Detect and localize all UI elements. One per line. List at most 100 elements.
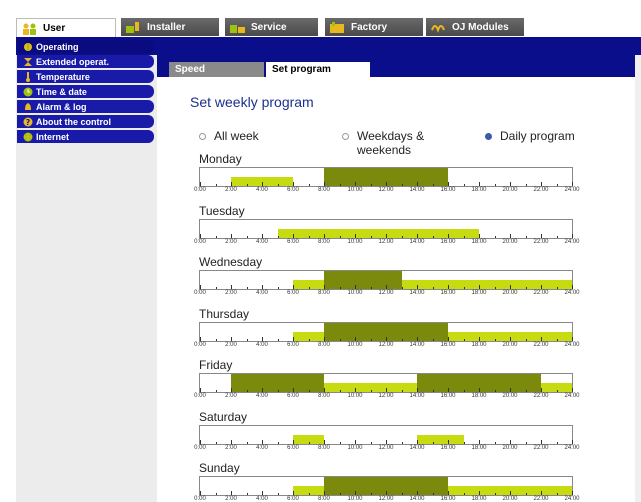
hour-tick (339, 287, 341, 289)
users-icon (21, 23, 39, 35)
hour-tick (448, 388, 449, 392)
time-label: 6:00 (287, 290, 299, 296)
hour-tick (370, 442, 372, 444)
tab-user[interactable]: User (16, 18, 116, 38)
hour-tick (215, 390, 217, 392)
hour-tick (510, 491, 511, 495)
hour-tick (525, 442, 527, 444)
hour-tick (262, 491, 263, 495)
hour-tick (231, 337, 232, 341)
time-label: 10:00 (347, 342, 363, 348)
hour-tick (556, 390, 558, 392)
menu-item-operating[interactable]: Operating (17, 40, 154, 53)
hour-tick (324, 337, 325, 341)
menu-item-alarm-log[interactable]: Alarm & log (17, 100, 154, 113)
hour-tick (215, 339, 217, 341)
time-label: 8:00 (318, 239, 330, 245)
hour-tick (355, 388, 356, 392)
time-label: 6:00 (287, 239, 299, 245)
time-label: 4:00 (256, 342, 268, 348)
menu-item-temperature[interactable]: Temperature (17, 70, 154, 83)
schedule-track-saturday[interactable] (199, 425, 573, 445)
time-label: 4:00 (256, 239, 268, 245)
time-label: 12:00 (378, 445, 394, 451)
hour-tick (355, 337, 356, 341)
time-label: 20:00 (502, 393, 518, 399)
schedule-track-thursday[interactable] (199, 322, 573, 342)
time-label: 8:00 (318, 290, 330, 296)
tab-oj-modules[interactable]: OJ Modules (426, 18, 524, 36)
hour-tick (246, 184, 248, 186)
time-label: 16:00 (440, 239, 456, 245)
hour-tick (231, 440, 232, 444)
hour-tick (293, 285, 294, 289)
tab-factory[interactable]: Factory (325, 18, 423, 36)
hour-tick (556, 493, 558, 495)
schedule-track-tuesday[interactable] (199, 219, 573, 239)
radio-all-week[interactable]: All week (199, 129, 259, 143)
schedule-track-friday[interactable] (199, 373, 573, 393)
hour-tick (200, 182, 201, 186)
hour-tick (262, 182, 263, 186)
hour-tick (401, 236, 403, 238)
hour-tick (324, 234, 325, 238)
menu-item-internet[interactable]: Internet (17, 130, 154, 143)
hour-tick (572, 234, 573, 238)
hour-tick (308, 339, 310, 341)
hour-tick (215, 287, 217, 289)
tab-set-program[interactable]: Set program (266, 62, 370, 77)
hour-tick (510, 388, 511, 392)
time-label: 24:00 (564, 393, 580, 399)
tab-service[interactable]: Service (225, 18, 318, 36)
scrollbar[interactable] (635, 55, 641, 502)
radio-weekdays-weekends[interactable]: Weekdays & weekends (342, 129, 452, 157)
time-label: 6:00 (287, 393, 299, 399)
menu-item-time-date[interactable]: Time & date (17, 85, 154, 98)
hour-tick (525, 339, 527, 341)
hour-tick (308, 287, 310, 289)
tab-speed[interactable]: Speed (169, 62, 264, 77)
hour-tick (417, 234, 418, 238)
time-label: 16:00 (440, 290, 456, 296)
tab-installer[interactable]: Installer (121, 18, 219, 36)
hour-tick (277, 236, 279, 238)
schedule-segment[interactable] (401, 280, 572, 289)
time-label: 24:00 (564, 187, 580, 193)
time-label: 14:00 (409, 239, 425, 245)
time-label: 0:00 (194, 187, 206, 193)
hour-tick (401, 339, 403, 341)
schedule-track-wednesday[interactable] (199, 270, 573, 290)
modules-icon (430, 21, 448, 33)
schedule-segment[interactable] (324, 271, 402, 289)
menu-item-about[interactable]: ? About the control (17, 115, 154, 128)
menu-item-extended-operation[interactable]: Extended operat. (17, 55, 154, 68)
hour-tick (386, 440, 387, 444)
hour-tick (324, 491, 325, 495)
thermometer-icon (23, 71, 33, 82)
radio-label: Weekdays & weekends (357, 129, 425, 157)
radio-indicator (342, 133, 349, 140)
radio-daily-program[interactable]: Daily program (485, 129, 575, 143)
time-label: 14:00 (409, 290, 425, 296)
hour-tick (277, 390, 279, 392)
time-label: 6:00 (287, 342, 299, 348)
hour-tick (262, 234, 263, 238)
time-label: 6:00 (287, 496, 299, 502)
hour-tick (246, 390, 248, 392)
hour-tick (417, 440, 418, 444)
time-label: 18:00 (471, 187, 487, 193)
hour-tick (401, 442, 403, 444)
menu-label: About the control (36, 116, 111, 127)
hour-tick (417, 182, 418, 186)
hour-tick (401, 184, 403, 186)
schedule-track-monday[interactable] (199, 167, 573, 187)
hour-tick (572, 337, 573, 341)
time-label: 0:00 (194, 290, 206, 296)
hour-tick (324, 285, 325, 289)
hour-tick (541, 440, 542, 444)
time-label: 24:00 (564, 342, 580, 348)
schedule-track-sunday[interactable] (199, 476, 573, 496)
day-label-sunday: Sunday (199, 461, 240, 475)
hour-tick (479, 440, 480, 444)
schedule-segment[interactable] (417, 435, 464, 444)
